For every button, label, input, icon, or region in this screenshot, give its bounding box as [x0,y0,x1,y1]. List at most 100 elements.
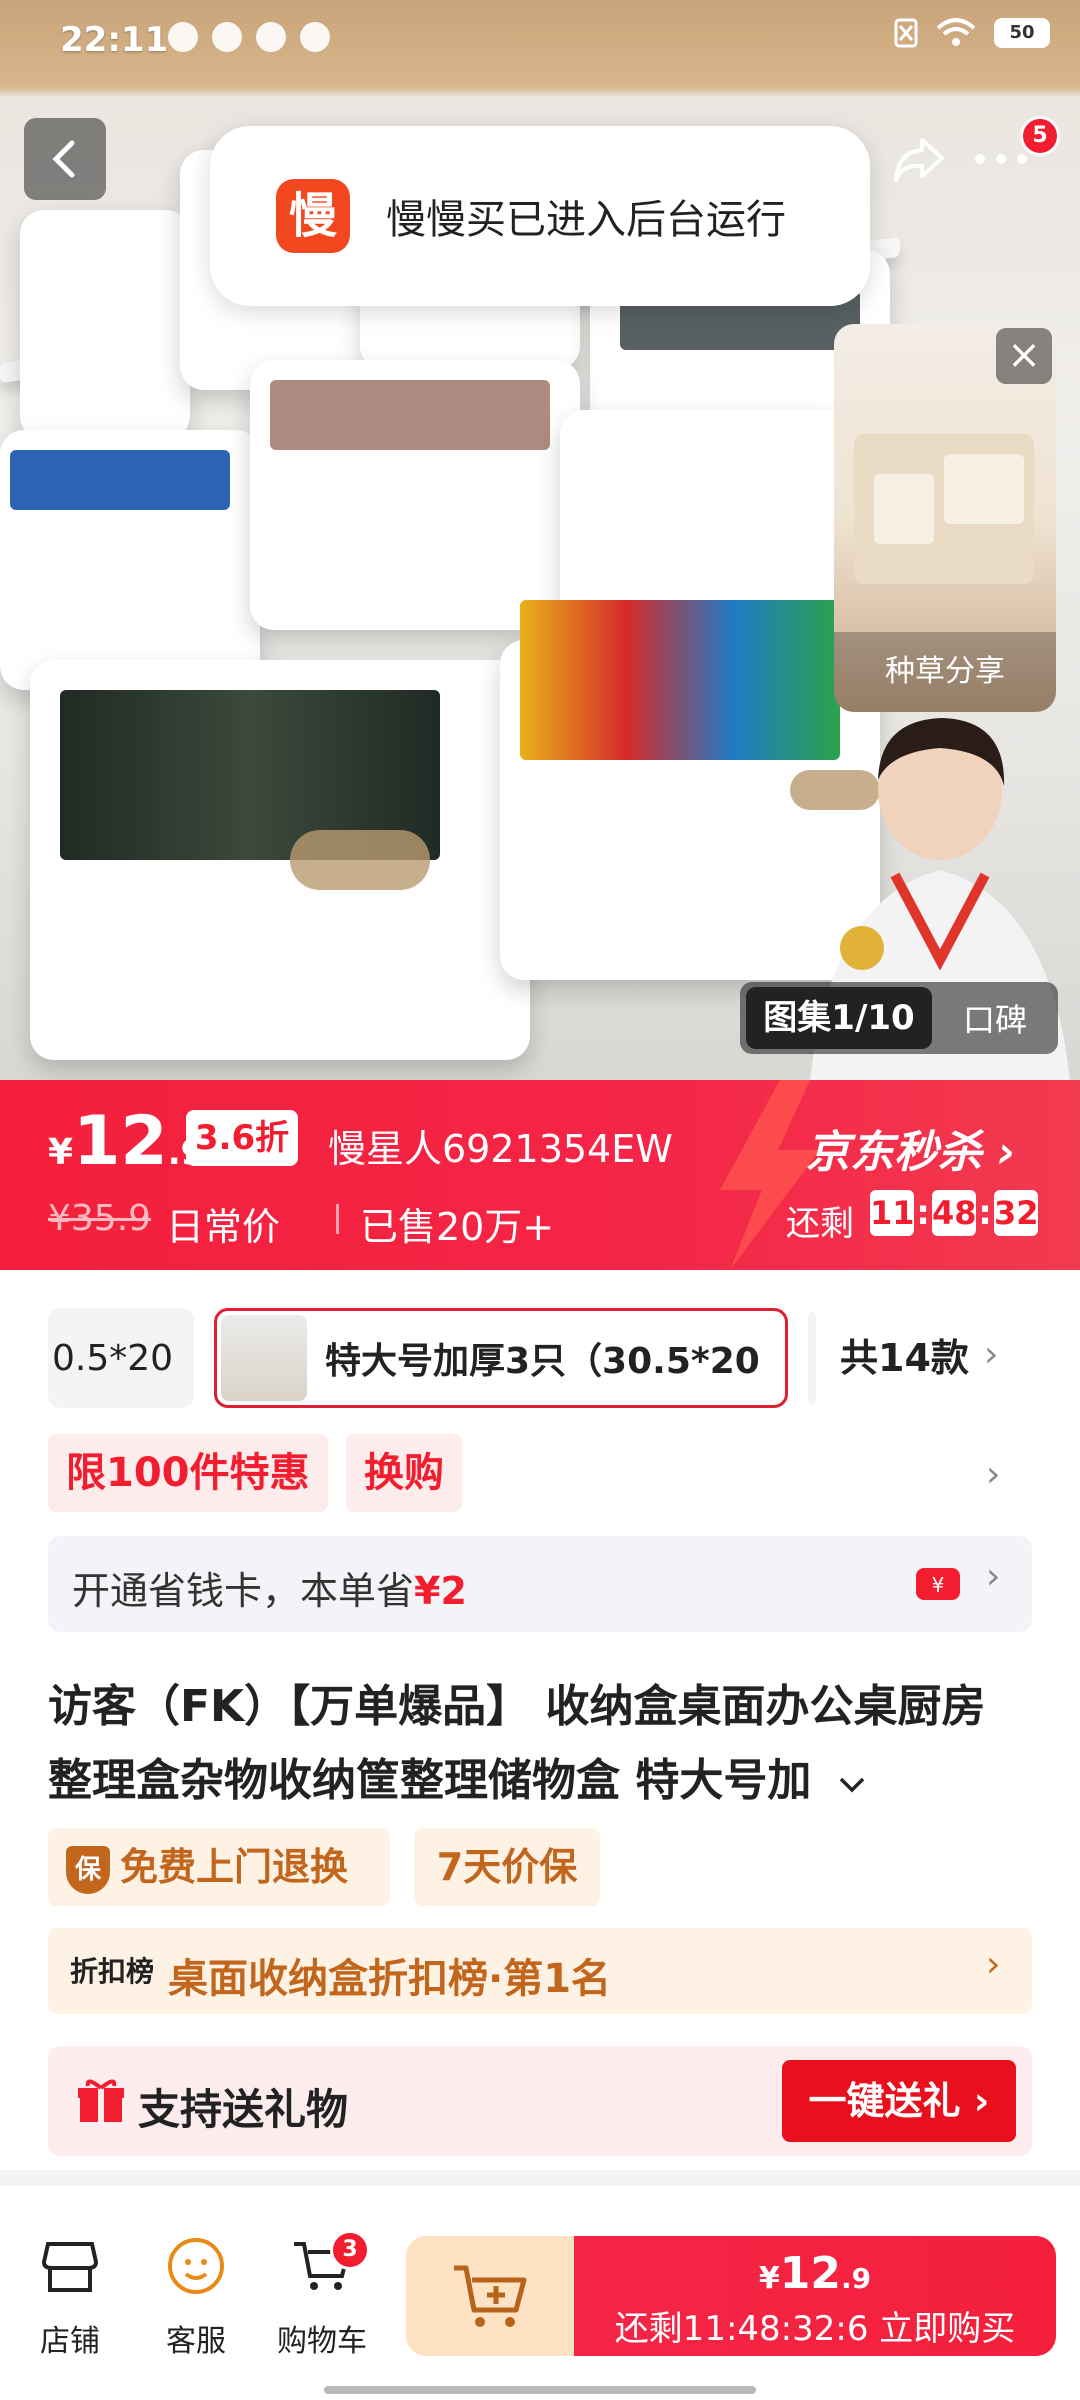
divider [336,1204,339,1234]
store-label: 店铺 [40,2324,100,2359]
buy-price-currency: ¥ [758,2261,780,2296]
share-button[interactable] [872,118,966,200]
more-badge: 5 [1020,116,1060,156]
wifi-icon [936,18,976,46]
shield-icon: 保 [66,1845,110,1894]
product-info-section: 0.5*20 特大号加厚3只（30.5*20 共14款 › 限100件特惠 换购… [0,1270,1080,2170]
signal-icon [894,18,918,48]
variant-thumbnail [221,1315,307,1401]
gallery-tabs: 图集1/10 口碑 [740,982,1058,1054]
variant-selected-label: 特大号加厚3只（30.5*20 [325,1341,760,1382]
variant-total[interactable]: 共14款 [840,1308,969,1408]
countdown-timer: 11 : 48 : 32 [870,1190,1039,1236]
ranking-text: 桌面收纳盒折扣榜·第1名 [168,1956,612,2002]
variant-selector: 0.5*20 特大号加厚3只（30.5*20 共14款 › [48,1308,1080,1408]
chevron-left-icon [52,140,75,178]
chevron-right-icon: › [986,1944,1001,1985]
product-image-carousel[interactable]: 22:11 50 5 慢 慢慢买已进入后台运行 × 种草分享 图集1/10 口碑 [0,0,1080,1080]
timer-hours: 11 [870,1190,915,1236]
add-to-cart-icon [454,2265,527,2327]
status-notification-icons [168,22,330,52]
price-integer: 12 [73,1102,168,1181]
more-dots-icon [975,154,1027,164]
gift-row: 支持送礼物 一键送礼 › [48,2046,1032,2156]
notification-icon [300,22,330,52]
sold-count: 已售20万+ [360,1205,555,1249]
background-run-toast: 慢 慢慢买已进入后台运行 [210,126,870,306]
service-button[interactable]: 客服 [136,2234,256,2360]
store-icon [41,2242,99,2292]
timer-seconds: 32 [994,1190,1039,1236]
share-card-caption: 种草分享 [834,632,1056,712]
price-currency: ¥ [48,1132,74,1173]
notification-icon [168,22,198,52]
tab-gallery[interactable]: 图集1/10 [746,987,932,1049]
saving-card-amount: ¥2 [414,1569,467,1613]
product-title[interactable]: 访客（FK）【万单爆品】 收纳盒桌面办公桌厨房整理盒杂物收纳筐整理储物盒 特大号… [48,1670,1028,1818]
timer-colon: : [916,1193,930,1233]
gift-icon [78,2079,124,2122]
service-label: 客服 [166,2324,226,2359]
variant-option[interactable]: 0.5*20 [48,1308,194,1408]
home-indicator[interactable] [324,2386,756,2394]
ranking-label: 折扣榜 [70,1955,155,1988]
buy-subtext: 还剩11:48:32:6 立即购买 [614,2309,1016,2349]
ranking-row[interactable]: 折扣榜 桌面收纳盒折扣榜·第1名 › [48,1928,1032,2014]
status-time: 22:11 [60,20,169,60]
customer-service-icon [168,2238,224,2294]
promo-tag-limited[interactable]: 限100件特惠 [48,1434,328,1512]
store-button[interactable]: 店铺 [10,2234,130,2360]
notification-icon [212,22,242,52]
jd-flash-sale-link[interactable]: 京东秒杀 › [806,1116,1015,1180]
variant-option-selected[interactable]: 特大号加厚3只（30.5*20 [214,1308,788,1408]
flash-sale-brand: 京东秒杀 [806,1127,982,1178]
svg-text:¥: ¥ [932,1573,945,1597]
saving-card-row[interactable]: 开通省钱卡，本单省¥2 ¥ › [48,1536,1032,1632]
chevron-right-icon[interactable]: › [986,1454,1000,1495]
variant-option-label: 0.5*20 [52,1337,174,1379]
remain-label: 还剩 [786,1204,854,1244]
discount-badge: 3.6折 [186,1110,298,1166]
flash-sale-banner: ¥ 12 .9 3.6折 慢星人6921354EW ¥35.9 日常价 已售20… [0,1080,1080,1270]
daily-price-label: 日常价 [166,1205,281,1249]
close-icon[interactable]: × [996,328,1052,384]
cart-badge: 3 [330,2230,370,2270]
gift-button[interactable]: 一键送礼 › [782,2060,1016,2142]
cart-label: 购物车 [277,2324,367,2359]
chevron-right-icon: › [986,1556,1001,1597]
toast-message: 慢慢买已进入后台运行 [386,197,786,243]
storage-box [20,210,190,440]
gift-text: 支持送礼物 [138,2085,349,2134]
share-video-card[interactable]: × 种草分享 [834,324,1056,712]
notification-icon [256,22,286,52]
red-envelope-icon: ¥ [916,1568,960,1600]
chevron-down-icon[interactable] [837,1775,867,1795]
buy-price-integer: 12 [779,2248,841,2299]
variant-option-peek [808,1312,816,1404]
timer-colon: : [978,1193,992,1233]
box-handle [290,830,430,890]
original-price: ¥35.9 [48,1198,152,1239]
guarantee-text: 免费上门退换 [120,1845,349,1889]
tab-reviews[interactable]: 口碑 [932,995,1058,1041]
box-contents [10,450,230,510]
bottom-action-bar: 店铺 客服 购物车 3 ¥12.9 还剩11:48:32:6 立即购买 [0,2186,1080,2400]
sku-label: 慢星人6921354EW [328,1127,673,1171]
back-button[interactable] [24,118,106,200]
battery-icon: 50 [994,18,1050,48]
chevron-right-icon[interactable]: › [984,1334,998,1375]
guarantee-price-protect[interactable]: 7天价保 [414,1828,600,1906]
sale-price: ¥ 12 .9 [48,1102,204,1181]
box-contents [270,380,550,450]
status-bar: 22:11 50 [0,0,1080,84]
timer-minutes: 48 [932,1190,977,1236]
share-icon [894,138,944,182]
add-to-cart-button[interactable] [406,2236,574,2356]
buy-price-decimal: .9 [840,2262,872,2295]
app-logo-icon: 慢 [276,179,350,253]
saving-card-text: 开通省钱卡，本单省 [72,1569,415,1613]
gift-button-label: 一键送礼 [808,2079,961,2123]
promo-tag-exchange[interactable]: 换购 [346,1434,462,1512]
guarantee-free-return[interactable]: 保免费上门退换 [48,1828,390,1906]
buy-now-button[interactable]: ¥12.9 还剩11:48:32:6 立即购买 [574,2236,1056,2356]
